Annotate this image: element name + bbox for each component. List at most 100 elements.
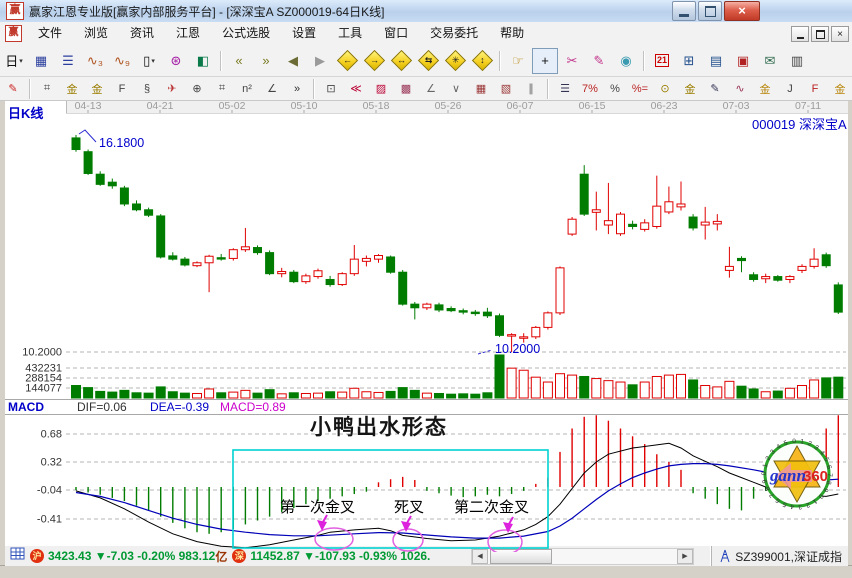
menu-items: 文件浏览资讯江恩公式选股设置工具窗口交易委托帮助	[27, 22, 535, 45]
calendar-icon[interactable]: 21	[649, 48, 675, 74]
pattern-grid-b-icon[interactable]: ▧	[494, 78, 518, 99]
price-mark-icon[interactable]: ✎	[703, 78, 727, 99]
parallel-lines-icon[interactable]: ∥	[519, 78, 543, 99]
color-histogram-icon[interactable]: ◧	[190, 48, 216, 74]
square-of-nine-icon[interactable]: n²	[235, 78, 259, 99]
window-maximize-button[interactable]	[698, 1, 722, 21]
expand-chart-icon[interactable]: ↕	[469, 48, 495, 74]
close-icon: ×	[837, 29, 843, 40]
wave-ruler-icon[interactable]: ∿	[728, 78, 752, 99]
toolbar-separator	[313, 79, 314, 99]
mdi-close-button[interactable]: ×	[831, 26, 849, 42]
logo-text-360: 360	[803, 468, 828, 485]
macd-dif-value: DIF=0.06	[77, 400, 127, 414]
compress-chart-icon[interactable]: ✳	[442, 48, 468, 74]
percent-tool-icon[interactable]: %	[603, 78, 627, 99]
wave-count-9-icon[interactable]: ∿₉	[109, 48, 135, 74]
calculator-icon[interactable]: ⊞	[676, 48, 702, 74]
macd-macd-value: MACD=0.89	[220, 400, 286, 414]
angle-line-j-icon[interactable]: J	[778, 78, 802, 99]
toolbar-separator	[499, 51, 500, 71]
quote-list-icon[interactable]: ☰	[55, 48, 81, 74]
fibo-grid-icon[interactable]: F	[110, 78, 134, 99]
macd-indicator-label[interactable]: MACD	[8, 400, 44, 414]
menu-item-5[interactable]: 设置	[281, 26, 327, 40]
volume-ladder-icon[interactable]: ☰	[553, 78, 577, 99]
draw-pen-icon[interactable]: ✎	[586, 48, 612, 74]
wave-count-3-icon[interactable]: ∿₃	[82, 48, 108, 74]
menu-item-7[interactable]: 窗口	[373, 26, 419, 40]
candle-style-icon[interactable]: ▯▾	[136, 48, 162, 74]
chart-window-icon[interactable]: ▦	[28, 48, 54, 74]
angle-line-gold-icon[interactable]: 金	[828, 78, 852, 99]
gold-grid-fall-icon[interactable]: 金	[85, 78, 109, 99]
zoom-out-horizontal-icon[interactable]: ↔	[388, 48, 414, 74]
percent-seven-icon[interactable]: 7%	[578, 78, 602, 99]
pattern-annotation-title: 小鸭出水形态	[310, 411, 448, 441]
toolbar-main: 日▾▦☰∿₃∿₉▯▾⊛◧ «»◀▶←→↔⇆✳↕ ☞+✂✎◉ 21⊞▤▣✉▥	[0, 45, 852, 77]
menu-item-4[interactable]: 公式选股	[211, 26, 281, 40]
menu-item-9[interactable]: 帮助	[489, 26, 535, 40]
mdi-minimize-button[interactable]	[791, 26, 809, 42]
menu-item-1[interactable]: 浏览	[73, 26, 119, 40]
kline-period-icon[interactable]: 日▾	[1, 48, 27, 74]
box-fan-icon[interactable]: ▨	[369, 78, 393, 99]
kline-chart-canvas[interactable]: 04-1304-2105-0205-1005-1805-2606-0706-15…	[0, 100, 852, 552]
export-icon[interactable]: ✉	[757, 48, 783, 74]
first-golden-cross-label: 第一次金叉	[280, 496, 355, 517]
pan-left-icon[interactable]: ←	[334, 48, 360, 74]
pattern-grid-a-icon[interactable]: ▦	[469, 78, 493, 99]
axis-label: 0.32	[41, 457, 62, 469]
trend-angles-icon[interactable]: ∠	[419, 78, 443, 99]
menu-item-3[interactable]: 江恩	[165, 26, 211, 40]
nav-first-icon[interactable]: «	[226, 48, 252, 74]
window-close-button[interactable]: ×	[724, 1, 760, 21]
price-ruler-grid-icon[interactable]: ⌗	[210, 78, 234, 99]
menu-item-2[interactable]: 资讯	[119, 26, 165, 40]
rocket-grid-icon[interactable]: ✈	[160, 78, 184, 99]
axis-label: -0.04	[37, 485, 62, 497]
toolbar-gann-drawing: ✎⌗金金F§✈⊕⌗n²∠»⊡≪▨▩∠∨▦▧∥☰7%%%=⊙金✎∿金JF金神赢四	[0, 77, 852, 101]
save-icon[interactable]: ▣	[730, 48, 756, 74]
chart-type-label: 日K线	[8, 103, 43, 122]
hand-tool-icon[interactable]: ☞	[505, 48, 531, 74]
spiral-grid-icon[interactable]: §	[135, 78, 159, 99]
stock-code-name-label[interactable]: 000019 深深宝A	[752, 114, 847, 133]
gold-grid-rise-icon[interactable]: 金	[60, 78, 84, 99]
percent-lines-icon[interactable]: %=	[628, 78, 652, 99]
mdi-restore-button[interactable]	[811, 26, 829, 42]
time-cycle-icon[interactable]: ⊕	[185, 78, 209, 99]
memo-icon[interactable]: ▤	[703, 48, 729, 74]
gold-price-line-icon[interactable]: 金	[753, 78, 777, 99]
axis-label: 0.68	[41, 429, 62, 441]
print-icon[interactable]: ▥	[784, 48, 810, 74]
angle-line-f-icon[interactable]: F	[803, 78, 827, 99]
angle-measure-icon[interactable]: ✂	[559, 48, 585, 74]
menu-item-0[interactable]: 文件	[27, 26, 73, 40]
pan-right-icon[interactable]: →	[361, 48, 387, 74]
menu-item-6[interactable]: 工具	[327, 26, 373, 40]
speed-fan-icon[interactable]: ≪	[344, 78, 368, 99]
gold-section-circle-icon[interactable]: ⊙	[653, 78, 677, 99]
zoom-in-horizontal-icon[interactable]: ⇆	[415, 48, 441, 74]
crosshair-tool-icon[interactable]: +	[532, 48, 558, 74]
nav-prev-icon[interactable]: ◀	[280, 48, 306, 74]
more-gann-tools-icon[interactable]: »	[285, 78, 309, 99]
axis-label: -0.41	[37, 514, 62, 526]
window-minimize-button[interactable]	[672, 1, 696, 21]
menu-item-8[interactable]: 交易委托	[419, 26, 489, 40]
box-tool-icon[interactable]: ⊡	[319, 78, 343, 99]
stock-filter-icon[interactable]: ⊛	[163, 48, 189, 74]
nav-next-icon[interactable]: ▶	[307, 48, 333, 74]
protractor-icon[interactable]: ∠	[260, 78, 284, 99]
restore-icon	[816, 30, 825, 39]
menu-logo-icon: 赢	[5, 25, 22, 42]
smart-analysis-icon[interactable]: ◉	[613, 48, 639, 74]
title-bar: 赢 赢家江恩专业版[赢家内部服务平台] - [深深宝A SZ000019-64日…	[0, 0, 852, 23]
gold-section-line-icon[interactable]: 金	[678, 78, 702, 99]
zigzag-lines-icon[interactable]: ∨	[444, 78, 468, 99]
pencil-tool-icon[interactable]: ✎	[1, 78, 25, 99]
gann-grid-icon[interactable]: ⌗	[35, 78, 59, 99]
nav-last-icon[interactable]: »	[253, 48, 279, 74]
box-grid-icon[interactable]: ▩	[394, 78, 418, 99]
